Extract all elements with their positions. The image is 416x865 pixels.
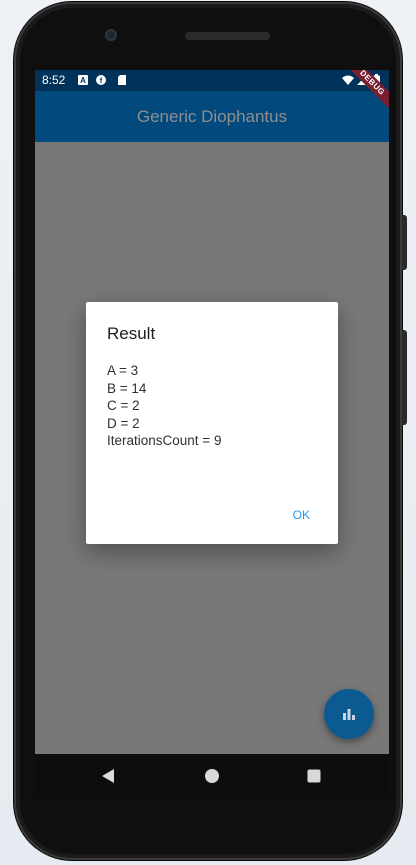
svg-text:A: A bbox=[80, 76, 86, 85]
app-title: Generic Diophantus bbox=[136, 107, 288, 126]
dialog-content: A = 3 B = 14 C = 2 D = 2 IterationsCount… bbox=[107, 362, 221, 450]
volume-button[interactable] bbox=[402, 215, 407, 270]
power-button[interactable] bbox=[402, 330, 407, 425]
notification-f-icon: f bbox=[96, 75, 106, 85]
result-line-iterations: IterationsCount = 9 bbox=[107, 433, 222, 448]
result-line-a: A = 3 bbox=[107, 363, 139, 378]
status-time: 8:52 bbox=[42, 73, 66, 87]
result-line-d: D = 2 bbox=[107, 415, 140, 431]
back-icon[interactable] bbox=[101, 769, 115, 783]
notification-a-icon: A bbox=[78, 75, 88, 85]
result-line-c: C = 2 bbox=[107, 398, 140, 413]
bar-chart-icon bbox=[343, 709, 355, 720]
app-bar: Generic Diophantus bbox=[35, 91, 389, 142]
result-line-b: B = 14 bbox=[107, 380, 147, 396]
device-screen: 8:52 A f Generic Diophantus DEBUG Result… bbox=[35, 70, 389, 754]
chart-fab-button[interactable] bbox=[324, 689, 374, 739]
sd-card-icon bbox=[118, 75, 126, 85]
wifi-icon bbox=[342, 75, 354, 85]
dialog-title: Result bbox=[107, 324, 156, 343]
front-camera bbox=[105, 29, 117, 41]
ok-button[interactable]: OK bbox=[283, 502, 320, 528]
status-bar: 8:52 A f bbox=[35, 70, 389, 91]
recents-icon[interactable] bbox=[307, 769, 321, 783]
earpiece-speaker bbox=[185, 32, 270, 40]
result-dialog: Result A = 3 B = 14 C = 2 D = 2 Iteratio… bbox=[86, 302, 338, 544]
emulator-stage: 8:52 A f Generic Diophantus DEBUG Result… bbox=[0, 0, 416, 865]
home-icon[interactable] bbox=[204, 768, 220, 784]
navigation-bar bbox=[35, 754, 389, 798]
